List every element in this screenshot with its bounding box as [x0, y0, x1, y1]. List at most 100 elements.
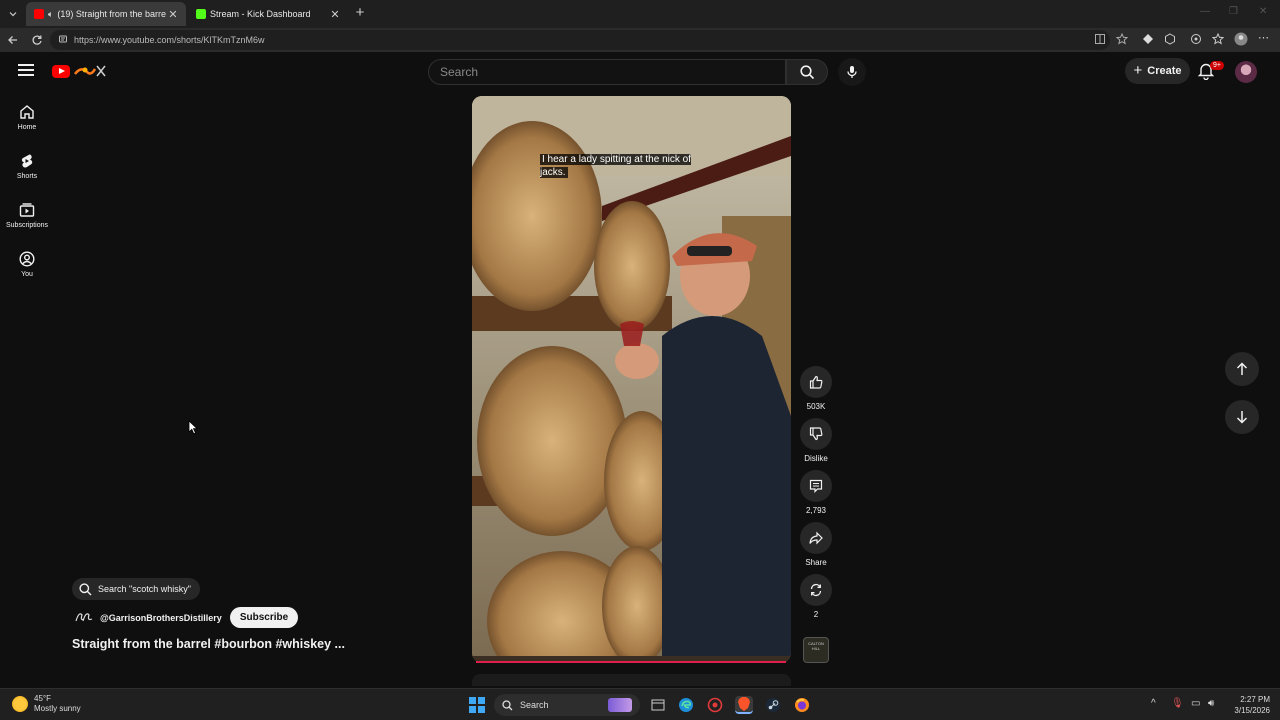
search-button[interactable] [786, 59, 828, 85]
channel-handle[interactable]: @GarrisonBrothersDistillery [100, 613, 222, 623]
search-icon [799, 64, 814, 79]
browser-toolbar: https://www.youtube.com/shorts/KlTKmTznM… [0, 28, 1280, 52]
new-tab-icon[interactable]: + [352, 5, 368, 21]
kick-favicon-icon [196, 9, 206, 19]
weather-condition: Mostly sunny [34, 704, 81, 713]
tab-list-chevron-icon[interactable] [4, 5, 22, 23]
display-tray-icon[interactable]: ▭ [1191, 698, 1200, 709]
address-bar[interactable]: https://www.youtube.com/shorts/KlTKmTznM… [50, 30, 1110, 50]
like-count: 503K [806, 402, 826, 411]
task-view-icon[interactable] [649, 696, 667, 714]
taskbar-search[interactable]: Search [494, 694, 640, 716]
thumbs-up-icon [809, 375, 823, 389]
arrow-down-icon [1236, 411, 1248, 424]
short-video-player[interactable] [472, 96, 791, 663]
search-suggestion-chip[interactable]: Search "scotch whisky" [72, 578, 200, 600]
video-progress-bar[interactable] [476, 661, 786, 663]
comment-icon [809, 479, 823, 493]
steam-icon[interactable] [764, 696, 782, 714]
minimize-icon[interactable]: — [1200, 6, 1210, 17]
next-short-preview[interactable] [472, 674, 791, 686]
dislike-button[interactable] [800, 418, 832, 450]
comments-button[interactable] [800, 470, 832, 502]
video-frame [472, 96, 791, 663]
youtube-logo[interactable] [52, 64, 109, 78]
reader-mode-icon[interactable] [1094, 32, 1106, 48]
search-input[interactable]: Search [428, 59, 786, 85]
recording-app-icon[interactable] [706, 696, 724, 714]
firefox-icon[interactable] [793, 696, 811, 714]
guide-shorts[interactable]: Shorts [4, 153, 50, 197]
clock[interactable]: 2:27 PM 3/15/2026 [1224, 694, 1270, 716]
share-action[interactable]: Share [796, 522, 836, 567]
back-icon[interactable] [5, 32, 21, 48]
date: 3/15/2026 [1234, 706, 1270, 715]
remix-button[interactable] [800, 574, 832, 606]
windows-taskbar: 45°F Mostly sunny Search ^ 🎙︎ ▭ 🔊︎ 2:27 … [0, 688, 1280, 720]
you-icon [19, 251, 35, 267]
share-icon [809, 531, 823, 545]
profile-icon[interactable] [1234, 32, 1248, 48]
edge-browser-icon[interactable] [677, 696, 695, 714]
extension-icon[interactable] [1164, 32, 1176, 48]
tab-kick-dashboard[interactable]: Stream - Kick Dashboard ✕ [188, 2, 348, 26]
tab-title: (19) Straight from the barrel # [57, 9, 166, 19]
search-highlight-icon [608, 698, 632, 712]
microphone-tray-icon[interactable]: 🎙︎ [1171, 698, 1184, 709]
tab-youtube[interactable]: 🔈︎ (19) Straight from the barrel # ✕ [26, 2, 186, 26]
volume-icon[interactable]: 🔊︎ [1208, 698, 1214, 709]
mouse-cursor-icon [188, 420, 198, 435]
comments-action[interactable]: 2,793 [796, 470, 836, 515]
search-icon [502, 699, 513, 710]
start-button[interactable] [469, 697, 485, 713]
create-button[interactable]: + Create [1125, 58, 1190, 84]
favorite-star-icon[interactable] [1115, 32, 1129, 48]
subscribe-button[interactable]: Subscribe [229, 607, 299, 628]
account-avatar[interactable] [1235, 61, 1257, 83]
weather-widget[interactable]: 45°F Mostly sunny [12, 694, 81, 714]
next-short-button[interactable] [1225, 400, 1259, 434]
remix-action[interactable]: 2 [796, 574, 836, 619]
short-title[interactable]: Straight from the barrel #bourbon #whisk… [72, 637, 345, 651]
subscriptions-icon [19, 203, 35, 217]
previous-short-button[interactable] [1225, 352, 1259, 386]
guide-subscriptions[interactable]: Subscriptions [4, 202, 50, 246]
guide-you[interactable]: You [4, 251, 50, 295]
voice-search-button[interactable] [838, 58, 866, 86]
reload-icon[interactable] [29, 32, 45, 48]
close-window-icon[interactable]: ✕ [1259, 6, 1267, 17]
speaker-icon[interactable]: 🔈︎ [48, 9, 53, 20]
close-tab-icon[interactable]: ✕ [328, 7, 342, 21]
remix-count: 2 [813, 610, 819, 619]
search-icon [79, 582, 92, 595]
notification-badge: 9+ [1210, 61, 1224, 70]
dislike-label: Dislike [804, 454, 828, 463]
favorites-icon[interactable] [1211, 32, 1225, 48]
brave-browser-icon[interactable] [735, 696, 753, 714]
share-button[interactable] [800, 522, 832, 554]
maximize-icon[interactable]: ❐ [1229, 6, 1238, 17]
youtube-play-icon [52, 64, 70, 78]
like-action[interactable]: 503K [796, 366, 836, 411]
channel-thumbnail[interactable]: CALTON HILL [803, 637, 829, 663]
close-tab-icon[interactable]: ✕ [166, 7, 180, 21]
like-button[interactable] [800, 366, 832, 398]
more-options-icon[interactable]: ⋯ [1258, 32, 1269, 48]
hidden-icons-chevron-icon[interactable]: ^ [1151, 698, 1156, 709]
copilot-icon[interactable] [1190, 32, 1202, 48]
remix-icon [810, 583, 822, 597]
youtube-masthead: Search + Create 9+ [0, 52, 1280, 90]
guide-home[interactable]: Home [4, 104, 50, 148]
tab-title: Stream - Kick Dashboard [210, 9, 311, 19]
extension-diamond-icon[interactable] [1142, 32, 1154, 48]
browser-tab-strip: 🔈︎ (19) Straight from the barrel # ✕ Str… [0, 0, 1280, 28]
dislike-action[interactable]: Dislike [796, 418, 836, 463]
shorts-icon [21, 154, 33, 168]
home-icon [20, 105, 34, 119]
channel-row: @GarrisonBrothersDistillery Subscribe [74, 607, 299, 628]
temperature: 45°F [34, 694, 51, 703]
site-info-icon[interactable] [58, 34, 68, 46]
channel-avatar[interactable] [74, 609, 94, 627]
menu-icon[interactable] [18, 64, 34, 78]
time: 2:27 PM [1240, 695, 1270, 704]
